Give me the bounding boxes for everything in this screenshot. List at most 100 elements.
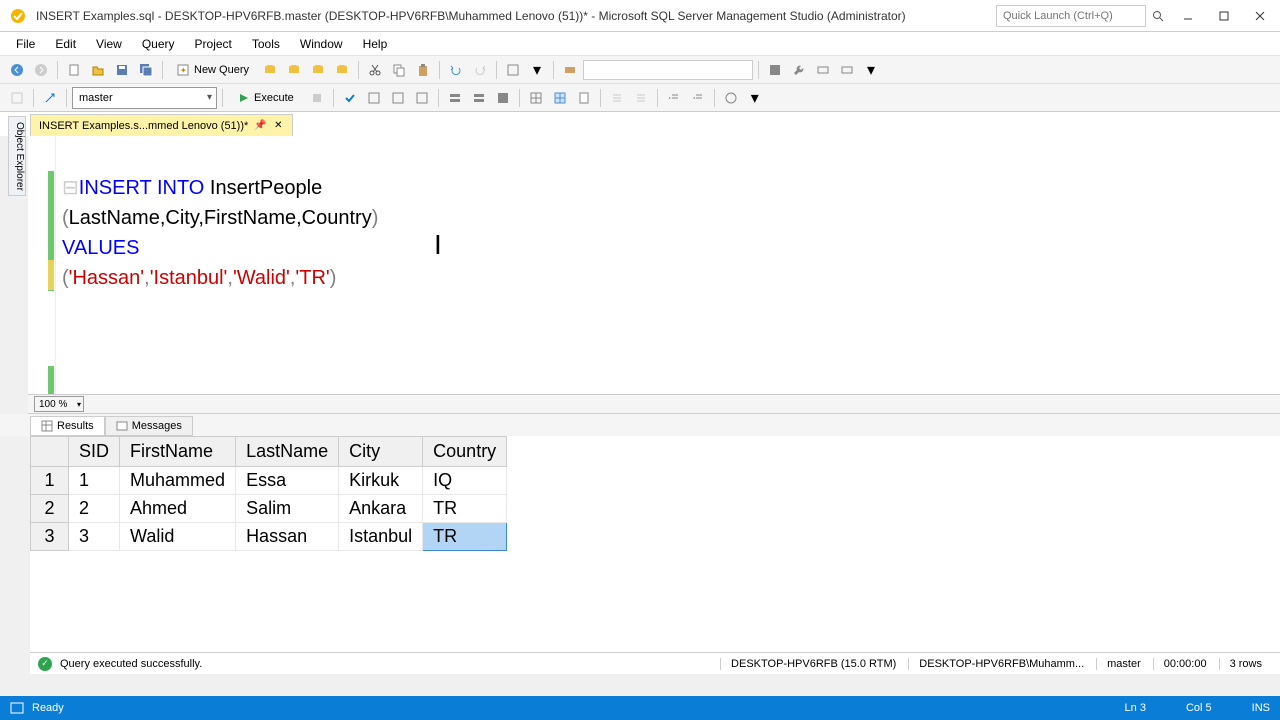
table-row[interactable]: 3 3 Walid Hassan Istanbul TR — [31, 523, 507, 551]
redo-icon[interactable] — [469, 59, 491, 81]
sql-toolbar: master Execute ▾ — [0, 84, 1280, 112]
document-tab-strip: INSERT Examples.s...mmed Lenovo (51))* 📌… — [0, 112, 1280, 136]
results-text-icon[interactable] — [549, 87, 571, 109]
document-tab[interactable]: INSERT Examples.s...mmed Lenovo (51))* 📌… — [30, 114, 293, 136]
menu-window[interactable]: Window — [292, 35, 351, 53]
toolbar-icon-2[interactable] — [559, 59, 581, 81]
outdent-icon[interactable] — [687, 87, 709, 109]
table-row[interactable]: 1 1 Muhammed Essa Kirkuk IQ — [31, 467, 507, 495]
toolbar-icon[interactable] — [444, 87, 466, 109]
menu-edit[interactable]: Edit — [47, 35, 84, 53]
toolbar-icon-5[interactable] — [836, 59, 858, 81]
connect-icon[interactable] — [39, 87, 61, 109]
pin-icon[interactable]: 📌 — [254, 120, 266, 132]
menu-project[interactable]: Project — [187, 35, 240, 53]
query-status-bar: ✓ Query executed successfully. DESKTOP-H… — [30, 652, 1280, 674]
results-tab-strip: Results Messages — [0, 414, 1280, 436]
toolbar-icon[interactable] — [492, 87, 514, 109]
menu-bar: File Edit View Query Project Tools Windo… — [0, 32, 1280, 56]
nav-back-icon[interactable] — [6, 59, 28, 81]
status-ins: INS — [1252, 702, 1270, 714]
maximize-button[interactable] — [1212, 4, 1236, 28]
window-controls — [1176, 4, 1272, 28]
table-header-row: SID FirstName LastName City Country — [31, 437, 507, 467]
status-ready: Ready — [32, 702, 64, 714]
status-message: Query executed successfully. — [60, 658, 202, 670]
db-query-icon-4[interactable] — [331, 59, 353, 81]
menu-help[interactable]: Help — [355, 35, 396, 53]
status-db: master — [1096, 658, 1151, 670]
stop-icon[interactable] — [306, 87, 328, 109]
paste-icon[interactable] — [412, 59, 434, 81]
toolbar-icon[interactable] — [720, 87, 742, 109]
new-file-icon[interactable] — [63, 59, 85, 81]
undo-icon[interactable] — [445, 59, 467, 81]
wrench-icon[interactable] — [788, 59, 810, 81]
new-query-label: New Query — [194, 64, 249, 76]
sql-editor[interactable]: ⊟INSERT INTO InsertPeople (LastName,City… — [28, 136, 1280, 394]
toolbar-icon-3[interactable] — [764, 59, 786, 81]
cut-icon[interactable] — [364, 59, 386, 81]
close-icon[interactable]: ✕ — [272, 120, 284, 132]
column-header-country[interactable]: Country — [423, 437, 507, 467]
toolbar-icon[interactable] — [411, 87, 433, 109]
results-grid-icon[interactable] — [525, 87, 547, 109]
menu-tools[interactable]: Tools — [244, 35, 288, 53]
execute-button[interactable]: Execute — [228, 87, 304, 109]
search-icon[interactable] — [1148, 6, 1168, 26]
menu-query[interactable]: Query — [134, 35, 183, 53]
save-icon[interactable] — [111, 59, 133, 81]
db-query-icon-2[interactable] — [283, 59, 305, 81]
new-query-button[interactable]: ✦ New Query — [168, 59, 257, 81]
toolbar-icon[interactable] — [6, 87, 28, 109]
status-col: Col 5 — [1186, 702, 1212, 714]
minimize-button[interactable] — [1176, 4, 1200, 28]
toolbar-icon[interactable] — [387, 87, 409, 109]
db-query-icon-3[interactable] — [307, 59, 329, 81]
quick-launch-input[interactable] — [996, 5, 1146, 27]
column-header-city[interactable]: City — [339, 437, 423, 467]
results-grid[interactable]: SID FirstName LastName City Country 1 1 … — [30, 436, 1280, 652]
chevron-down-icon[interactable]: ▾ — [860, 59, 882, 81]
toolbar-icon-4[interactable] — [812, 59, 834, 81]
open-file-icon[interactable] — [87, 59, 109, 81]
selected-cell[interactable]: TR — [423, 523, 507, 551]
window-icon — [10, 701, 24, 715]
chevron-down-icon[interactable]: ▾ — [744, 87, 766, 109]
save-all-icon[interactable] — [135, 59, 157, 81]
toolbar-icon[interactable] — [468, 87, 490, 109]
column-header-firstname[interactable]: FirstName — [120, 437, 236, 467]
menu-file[interactable]: File — [8, 35, 43, 53]
nav-fwd-icon[interactable] — [30, 59, 52, 81]
comment-icon[interactable] — [606, 87, 628, 109]
ide-status-bar: Ready Ln 3 Col 5 INS — [0, 696, 1280, 720]
close-button[interactable] — [1248, 4, 1272, 28]
window-title: INSERT Examples.sql - DESKTOP-HPV6RFB.ma… — [36, 9, 996, 23]
toolbar-icon[interactable] — [363, 87, 385, 109]
menu-view[interactable]: View — [88, 35, 130, 53]
status-time: 00:00:00 — [1153, 658, 1217, 670]
table-row[interactable]: 2 2 Ahmed Salim Ankara TR — [31, 495, 507, 523]
results-file-icon[interactable] — [573, 87, 595, 109]
column-header-sid[interactable]: SID — [69, 437, 120, 467]
success-icon: ✓ — [38, 657, 52, 671]
tab-messages[interactable]: Messages — [105, 416, 193, 436]
quick-launch — [996, 5, 1168, 27]
chevron-down-icon[interactable]: ▾ — [526, 59, 548, 81]
toolbar-icon[interactable] — [502, 59, 524, 81]
tab-results[interactable]: Results — [30, 416, 105, 436]
editor-content[interactable]: ⊟INSERT INTO InsertPeople (LastName,City… — [56, 136, 1280, 394]
main-toolbar: ✦ New Query ▾ ▾ — [0, 56, 1280, 84]
parse-icon[interactable] — [339, 87, 361, 109]
zoom-combo[interactable]: 100 % — [34, 396, 84, 412]
column-header-corner[interactable] — [31, 437, 69, 467]
toolbar-search-input[interactable] — [583, 60, 753, 80]
database-combo[interactable]: master — [72, 87, 217, 109]
uncomment-icon[interactable] — [630, 87, 652, 109]
app-icon — [8, 6, 28, 26]
db-query-icon[interactable] — [259, 59, 281, 81]
copy-icon[interactable] — [388, 59, 410, 81]
column-header-lastname[interactable]: LastName — [236, 437, 339, 467]
indent-icon[interactable] — [663, 87, 685, 109]
object-explorer-tab[interactable]: Object Explorer — [8, 116, 26, 196]
